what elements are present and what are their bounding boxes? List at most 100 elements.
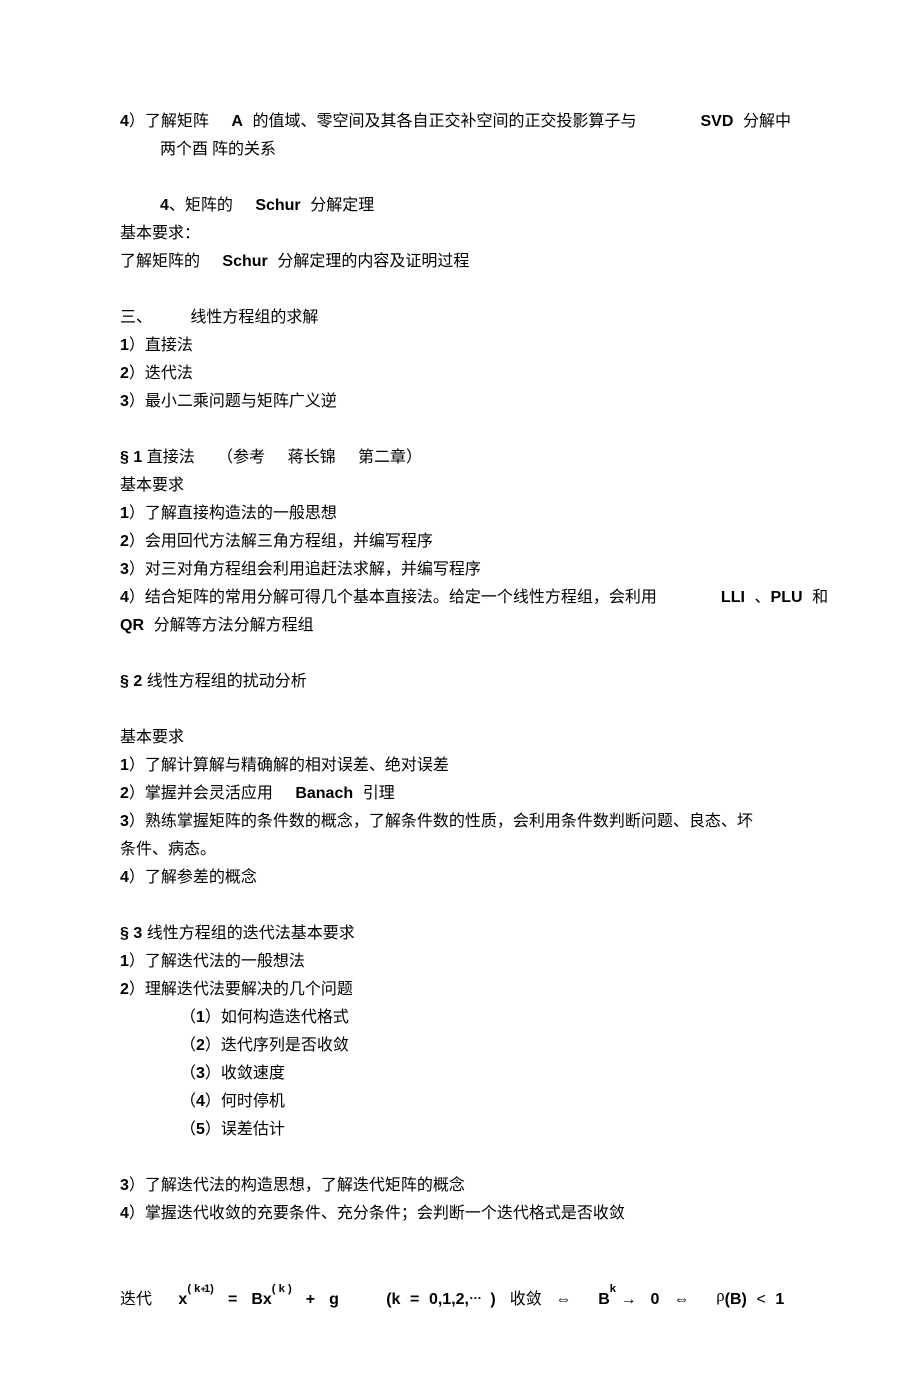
text: 线性方程组的求解	[190, 309, 318, 326]
list-item: 3）熟练掌握矩阵的条件数的概念，了解条件数的性质，会利用条件数判断问题、良态、坏	[120, 808, 800, 836]
text: 分解定理	[310, 197, 374, 214]
paragraph: 基本要求：	[120, 220, 800, 248]
blank-line	[120, 164, 800, 192]
text: ）直接法	[129, 337, 193, 354]
text: 基本要求	[120, 729, 184, 746]
formula-line: 迭代 x( k+1) = Bx( k ) + g (k=0,1,2,…) 收敛 …	[120, 1284, 800, 1314]
text: ）了解参差的概念	[129, 869, 257, 886]
item-number: 4	[120, 869, 129, 886]
list-item: 1）了解计算解与精确解的相对误差、绝对误差	[120, 752, 800, 780]
document-page: 4）了解矩阵A的值域、零空间及其各自正交补空间的正交投影算子与SVD分解中两个酉…	[0, 0, 920, 1394]
sub-list-item: （2）迭代序列是否收敛	[120, 1032, 800, 1060]
var-A: A	[231, 113, 243, 130]
item-number: 2	[120, 365, 129, 382]
text: ）了解直接构造法的一般思想	[129, 505, 337, 522]
iff-icon: ⇔	[673, 1291, 689, 1308]
text: ）掌握并会灵活应用	[129, 785, 273, 802]
item-number: 4	[160, 197, 169, 214]
text: 第二章）	[358, 449, 422, 466]
text: ）对三对角方程组会利用追赶法求解，并编写程序	[129, 561, 481, 578]
item-number: 3	[120, 393, 129, 410]
heading: §3线性方程组的迭代法基本要求	[120, 920, 800, 948]
blank-line	[120, 640, 800, 668]
text: （	[180, 1121, 196, 1138]
text: 分解等方法分解方程组	[154, 617, 314, 634]
rparen: )	[490, 1291, 495, 1308]
list-item: 1）了解迭代法的一般想法	[120, 948, 800, 976]
blank-line	[120, 1228, 800, 1256]
blank-line	[120, 696, 800, 724]
arrow-icon: →	[620, 1291, 636, 1308]
text: 的值域、零空间及其各自正交补空间的正交投影算子与	[252, 113, 636, 130]
rho-icon: ρ	[716, 1286, 724, 1305]
term-lli: LLI	[721, 589, 745, 606]
item-number: 3	[120, 813, 129, 830]
sup-plus-icon: +	[200, 1284, 204, 1295]
paragraph: QR 分解等方法分解方程组	[120, 612, 800, 640]
text: 阵的关系	[212, 141, 276, 158]
text: ）掌握迭代收敛的充要条件、充分条件；会判断一个迭代格式是否收敛	[129, 1205, 625, 1222]
term-schur: Schur	[222, 253, 267, 270]
text: 条件、病态。	[120, 841, 216, 858]
item-number: 3	[120, 561, 129, 578]
list-item: 3）了解迭代法的构造思想，了解迭代矩阵的概念	[120, 1172, 800, 1200]
item-number: 1	[120, 757, 129, 774]
text: 基本要求：	[120, 225, 200, 242]
term-schur: Schur	[255, 197, 300, 214]
var-Bx: Bx	[251, 1291, 271, 1308]
var-g: g	[329, 1291, 339, 1308]
term-svd: SVD	[700, 113, 733, 130]
paragraph: 条件、病态。	[120, 836, 800, 864]
text: 三、	[120, 309, 152, 326]
text: ）熟练掌握矩阵的条件数的概念，了解条件数的性质，会利用条件数判断问题、良态、坏	[129, 813, 753, 830]
term-banach: Banach	[295, 785, 353, 802]
equals-icon: =	[410, 1291, 419, 1308]
list-item: 3）最小二乘问题与矩阵广义逆	[120, 388, 800, 416]
term-qr: QR	[120, 617, 144, 634]
iff-icon: ⇔	[555, 1291, 571, 1308]
text: 直接法	[147, 449, 195, 466]
text: ）结合矩阵的常用分解可得几个基本直接法。给定一个线性方程组，会利用	[129, 589, 657, 606]
text: ）收敛速度	[205, 1065, 285, 1082]
sup-k: ( k )	[272, 1283, 292, 1295]
blank-line	[120, 276, 800, 304]
text: （	[180, 1009, 196, 1026]
equals-icon: =	[228, 1291, 237, 1308]
text: 分解定理的内容及证明过程	[277, 253, 469, 270]
section-number: §3	[120, 925, 147, 942]
sub-list-item: （5）误差估计	[120, 1116, 800, 1144]
sub-list-item: （1）如何构造迭代格式	[120, 1004, 800, 1032]
paragraph: 了解矩阵的 Schur 分解定理的内容及证明过程	[120, 248, 800, 276]
item-number: 4	[120, 1205, 129, 1222]
text: 了解矩阵的	[120, 253, 200, 270]
text: 、矩阵的	[169, 197, 233, 214]
text: ）最小二乘问题与矩阵广义逆	[129, 393, 337, 410]
of-B: (B)	[725, 1291, 747, 1308]
heading: 三、 线性方程组的求解	[120, 304, 800, 332]
list-item: 1）了解直接构造法的一般思想	[120, 500, 800, 528]
lparen: (k	[386, 1291, 400, 1308]
sub-list-item: （4）何时停机	[120, 1088, 800, 1116]
text: 、	[755, 589, 771, 606]
iteration-formula: x( k+1) = Bx( k ) + g (k=0,1,2,…)	[178, 1291, 500, 1308]
heading: §2线性方程组的扰动分析	[120, 668, 800, 696]
one: 1	[775, 1291, 784, 1308]
blank-line	[120, 1144, 800, 1172]
text: ）如何构造迭代格式	[205, 1009, 349, 1026]
term-plu: PLU	[771, 589, 803, 606]
item-number: 4	[120, 589, 129, 606]
list-item: 2）会用回代方法解三角方程组，并编写程序	[120, 528, 800, 556]
var-B: B	[598, 1291, 610, 1308]
sequence: 0,1,2,	[429, 1291, 469, 1308]
text: ）迭代法	[129, 365, 193, 382]
list-item: 4）了解参差的概念	[120, 864, 800, 892]
sup-k: k	[610, 1283, 616, 1295]
item-number: 2	[120, 785, 129, 802]
item-number: 1	[196, 1009, 205, 1026]
heading: §1直接法（参考蒋长锦第二章）	[120, 444, 800, 472]
item-number: 2	[196, 1037, 205, 1054]
item-number: 1	[120, 953, 129, 970]
item-number: 2	[120, 533, 129, 550]
var-x: x	[178, 1291, 187, 1308]
zero: 0	[651, 1291, 660, 1308]
